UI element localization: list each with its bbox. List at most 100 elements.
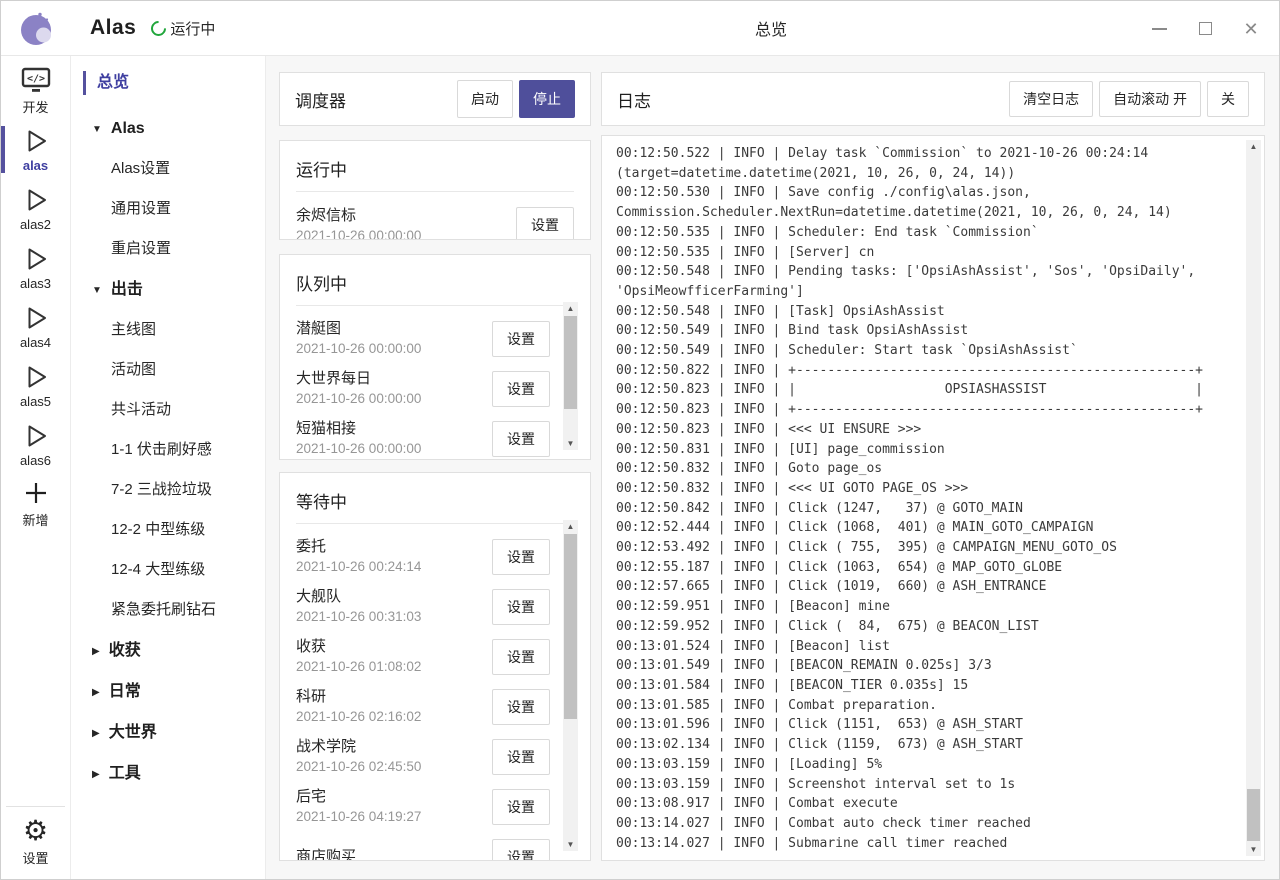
log-line: 00:12:50.522 | INFO | Delay task `Commis… [616, 144, 1238, 164]
dev-monitor-icon: </> [21, 65, 51, 95]
task-setting-button[interactable]: 设置 [492, 371, 550, 407]
menu-group-5[interactable]: ▶工具 [71, 753, 265, 794]
rail-item-label: alas4 [20, 335, 51, 350]
rail-item-label: 新增 [22, 510, 48, 529]
window-controls: ✕ [1151, 1, 1259, 56]
menu-item[interactable]: 12-4 大型练级 [71, 550, 265, 590]
task-info: 收获2021-10-26 01:08:02 [296, 636, 492, 677]
log-line: 00:13:01.524 | INFO | [Beacon] list [616, 637, 1238, 657]
rail-item-settings[interactable]: ⚙ 设置 [1, 815, 70, 867]
rail-item-alas2[interactable]: alas2 [1, 179, 70, 238]
rail-item-新增[interactable]: 新增 [1, 474, 70, 533]
main-content: 调度器 启动 停止 运行中 余烬信标2021-10-26 00:00:00设置 … [266, 56, 1279, 879]
queue-scrollbar[interactable]: ▲ ▼ [563, 302, 578, 450]
task-name: 短猫相接 [296, 418, 492, 439]
queue-card: 队列中 潜艇图2021-10-26 00:00:00设置大世界每日2021-10… [279, 254, 591, 460]
scroll-up-icon[interactable]: ▲ [1246, 140, 1261, 153]
menu-item[interactable]: 通用设置 [71, 189, 265, 229]
task-info: 委托2021-10-26 00:24:14 [296, 536, 492, 577]
rail-item-alas5[interactable]: alas5 [1, 356, 70, 415]
chevron-down-icon: ▼ [92, 109, 102, 150]
minimize-button[interactable] [1151, 21, 1167, 37]
menu-group-1[interactable]: ▼出击 [71, 269, 265, 310]
task-list: 委托2021-10-26 00:24:14设置大舰队2021-10-26 00:… [296, 523, 574, 861]
task-info: 科研2021-10-26 02:16:02 [296, 686, 492, 727]
task-list: 潜艇图2021-10-26 00:00:00设置大世界每日2021-10-26 … [296, 305, 574, 460]
rail-item-alas[interactable]: alas [1, 120, 70, 179]
menu-item[interactable]: 7-2 三战捡垃圾 [71, 470, 265, 510]
log-line: 00:12:52.444 | INFO | Click (1068, 401) … [616, 518, 1238, 538]
task-setting-button[interactable]: 设置 [516, 207, 574, 240]
log-body[interactable]: 00:12:50.522 | INFO | Delay task `Commis… [616, 144, 1238, 853]
task-name: 战术学院 [296, 736, 492, 757]
close-button[interactable]: ✕ [1243, 21, 1259, 37]
task-setting-button[interactable]: 设置 [492, 739, 550, 775]
status-label: 运行中 [170, 18, 215, 39]
autoscroll-off-button[interactable]: 关 [1207, 81, 1249, 117]
task-setting-button[interactable]: 设置 [492, 539, 550, 575]
menu-group-label: 大世界 [109, 724, 157, 741]
scheduler-panel-header: 调度器 启动 停止 [279, 72, 591, 126]
menu-item[interactable]: 1-1 伏击刷好感 [71, 430, 265, 470]
task-time: 2021-10-26 00:31:03 [296, 607, 492, 627]
start-button[interactable]: 启动 [457, 80, 513, 118]
scheduler-column: 调度器 启动 停止 运行中 余烬信标2021-10-26 00:00:00设置 … [279, 72, 591, 861]
waiting-scrollbar[interactable]: ▲ ▼ [563, 520, 578, 851]
menu-sidebar: 总览 ▼AlasAlas设置通用设置重启设置▼出击主线图活动图共斗活动1-1 伏… [71, 56, 266, 879]
menu-item-overview[interactable]: 总览 [71, 69, 265, 97]
rail-item-alas3[interactable]: alas3 [1, 238, 70, 297]
menu-group-0[interactable]: ▼Alas [71, 108, 265, 149]
log-column: 日志 清空日志 自动滚动 开 关 00:12:50.522 | INFO | D… [601, 72, 1265, 861]
section-title: 等待中 [296, 483, 574, 523]
scheduler-status: 运行中 [151, 18, 215, 39]
log-line: 00:12:50.823 | INFO | <<< UI ENSURE >>> [616, 420, 1238, 440]
maximize-button[interactable] [1197, 21, 1213, 37]
rail-item-alas6[interactable]: alas6 [1, 415, 70, 474]
log-line: 00:13:01.585 | INFO | Combat preparation… [616, 696, 1238, 716]
rail-item-开发[interactable]: </>开发 [1, 61, 70, 120]
menu-group-4[interactable]: ▶大世界 [71, 712, 265, 753]
menu-group-label: 工具 [109, 765, 141, 782]
clear-log-button[interactable]: 清空日志 [1009, 81, 1093, 117]
menu-groups: ▼AlasAlas设置通用设置重启设置▼出击主线图活动图共斗活动1-1 伏击刷好… [71, 108, 265, 794]
menu-item[interactable]: 活动图 [71, 350, 265, 390]
menu-group-3[interactable]: ▶日常 [71, 671, 265, 712]
scroll-down-icon[interactable]: ▼ [1246, 843, 1261, 856]
log-line: 00:13:03.159 | INFO | Screenshot interva… [616, 775, 1238, 795]
log-line: 00:13:08.917 | INFO | Combat execute [616, 794, 1238, 814]
titlebar: Alas 运行中 总览 ✕ [1, 1, 1279, 56]
scrollbar-thumb[interactable] [1247, 789, 1260, 841]
task-setting-button[interactable]: 设置 [492, 639, 550, 675]
task-setting-button[interactable]: 设置 [492, 839, 550, 861]
task-setting-button[interactable]: 设置 [492, 789, 550, 825]
menu-item[interactable]: 12-2 中型练级 [71, 510, 265, 550]
task-setting-button[interactable]: 设置 [492, 689, 550, 725]
menu-item[interactable]: Alas设置 [71, 149, 265, 189]
log-line: 00:12:50.548 | INFO | [Task] OpsiAshAssi… [616, 302, 1238, 322]
task-row: 战术学院2021-10-26 02:45:50设置 [296, 732, 574, 782]
menu-item[interactable]: 共斗活动 [71, 390, 265, 430]
task-name: 收获 [296, 636, 492, 657]
log-scrollbar[interactable]: ▲ ▼ [1246, 140, 1261, 856]
task-setting-button[interactable]: 设置 [492, 321, 550, 357]
scrollbar-thumb[interactable] [564, 316, 577, 409]
scroll-up-icon[interactable]: ▲ [563, 520, 578, 533]
menu-item[interactable]: 紧急委托刷钻石 [71, 590, 265, 630]
task-row: 短猫相接2021-10-26 00:00:00设置 [296, 414, 574, 460]
task-setting-button[interactable]: 设置 [492, 421, 550, 457]
scrollbar-thumb[interactable] [564, 534, 577, 720]
menu-item[interactable]: 主线图 [71, 310, 265, 350]
task-info: 大世界每日2021-10-26 00:00:00 [296, 368, 492, 409]
rail-item-alas4[interactable]: alas4 [1, 297, 70, 356]
scroll-down-icon[interactable]: ▼ [563, 838, 578, 851]
scroll-down-icon[interactable]: ▼ [563, 437, 578, 450]
menu-group-label: 日常 [109, 683, 141, 700]
scroll-up-icon[interactable]: ▲ [563, 302, 578, 315]
menu-item[interactable]: 重启设置 [71, 229, 265, 269]
autoscroll-on-button[interactable]: 自动滚动 开 [1099, 81, 1201, 117]
task-name: 余烬信标 [296, 205, 516, 226]
waiting-card: 等待中 委托2021-10-26 00:24:14设置大舰队2021-10-26… [279, 472, 591, 861]
stop-button[interactable]: 停止 [519, 80, 575, 118]
task-setting-button[interactable]: 设置 [492, 589, 550, 625]
menu-group-2[interactable]: ▶收获 [71, 630, 265, 671]
